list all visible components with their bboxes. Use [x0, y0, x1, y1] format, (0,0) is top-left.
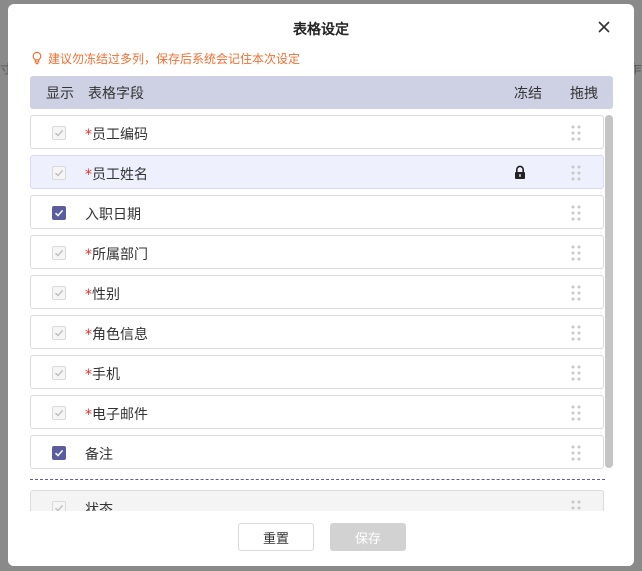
field-label-text: 性别 — [92, 287, 120, 303]
show-checkbox — [52, 286, 66, 300]
drag-handle-icon[interactable] — [571, 205, 581, 221]
field-row[interactable]: 入职日期 — [30, 195, 604, 229]
field-row[interactable]: 备注 — [30, 435, 604, 469]
show-checkbox — [52, 126, 66, 140]
field-label-text: 员工编码 — [92, 127, 148, 143]
field-row[interactable]: 状态 — [30, 490, 604, 511]
field-label: *员工编码 — [85, 124, 148, 144]
drag-handle-icon[interactable] — [571, 365, 581, 381]
dialog-title: 表格设定 — [293, 22, 349, 38]
field-label: *角色信息 — [85, 324, 148, 344]
drag-handle-icon[interactable] — [571, 405, 581, 421]
check-icon — [54, 209, 64, 217]
field-label: 入职日期 — [85, 204, 141, 224]
show-checkbox — [52, 246, 66, 260]
scrollbar-thumb[interactable] — [605, 115, 613, 468]
required-marker: * — [85, 367, 92, 383]
field-row[interactable]: *电子邮件 — [30, 395, 604, 429]
show-checkbox[interactable] — [52, 206, 66, 220]
dialog-header: 表格设定 — [8, 4, 634, 52]
field-list: *员工编码 *员工姓名 入职日期 *所属部门 *性别 *角色信息 *手机 *电子邮件 备注 状态 — [30, 115, 605, 511]
drag-handle-icon[interactable] — [571, 325, 581, 341]
field-row[interactable]: *手机 — [30, 355, 604, 389]
close-icon[interactable] — [594, 17, 614, 37]
header-freeze: 冻结 — [514, 85, 542, 102]
lightbulb-icon — [32, 51, 42, 65]
field-row[interactable]: *员工编码 — [30, 115, 604, 149]
show-checkbox — [52, 406, 66, 420]
save-button[interactable]: 保存 — [330, 523, 406, 551]
check-icon — [54, 409, 64, 417]
table-header: 显示 表格字段 冻结 拖拽 — [30, 76, 613, 109]
field-label-text: 手机 — [92, 367, 120, 383]
dialog-footer: 重置 保存 — [8, 511, 634, 566]
reset-button[interactable]: 重置 — [238, 523, 314, 551]
required-marker: * — [85, 287, 92, 303]
check-icon — [54, 369, 64, 377]
check-icon — [54, 129, 64, 137]
fixed-section-divider — [30, 479, 605, 480]
check-icon — [54, 449, 64, 457]
field-label: *性别 — [85, 284, 120, 304]
show-checkbox — [52, 366, 66, 380]
required-marker: * — [85, 127, 92, 143]
field-row[interactable]: *性别 — [30, 275, 604, 309]
required-marker: * — [85, 327, 92, 343]
show-checkbox — [52, 166, 66, 180]
field-label: 备注 — [85, 444, 113, 464]
notice-text: 建议勿冻结过多列，保存后系统会记住本次设定 — [48, 51, 301, 66]
notice-banner: 建议勿冻结过多列，保存后系统会记住本次设定 — [30, 49, 300, 67]
check-icon — [54, 289, 64, 297]
check-icon — [54, 249, 64, 257]
show-checkbox — [52, 326, 66, 340]
field-row[interactable]: *所属部门 — [30, 235, 604, 269]
show-checkbox — [52, 501, 66, 511]
field-label: *电子邮件 — [85, 404, 148, 424]
header-drag: 拖拽 — [570, 85, 598, 102]
field-label-text: 角色信息 — [92, 327, 148, 343]
lock-icon[interactable] — [513, 165, 527, 180]
drag-handle-icon[interactable] — [571, 245, 581, 261]
drag-handle-icon[interactable] — [571, 165, 581, 181]
field-label-text: 备注 — [85, 447, 113, 463]
field-label: *员工姓名 — [85, 164, 148, 184]
check-icon — [54, 329, 64, 337]
field-label-text: 所属部门 — [92, 247, 148, 263]
header-show: 显示 — [46, 85, 74, 102]
field-row[interactable]: *员工姓名 — [30, 155, 604, 189]
header-field: 表格字段 — [88, 85, 144, 102]
field-label: 状态 — [85, 499, 113, 511]
field-label-text: 入职日期 — [85, 207, 141, 223]
field-label-text: 员工姓名 — [92, 167, 148, 183]
field-label: *手机 — [85, 364, 120, 384]
drag-handle-icon[interactable] — [571, 500, 581, 511]
field-row[interactable]: *角色信息 — [30, 315, 604, 349]
drag-handle-icon[interactable] — [571, 125, 581, 141]
field-label-text: 电子邮件 — [92, 407, 148, 423]
table-settings-dialog: 表格设定 建议勿冻结过多列，保存后系统会记住本次设定 显示 表格字段 冻结 拖拽… — [8, 4, 634, 566]
field-label-text: 状态 — [85, 502, 113, 511]
check-icon — [54, 504, 64, 511]
drag-handle-icon[interactable] — [571, 445, 581, 461]
required-marker: * — [85, 407, 92, 423]
field-label: *所属部门 — [85, 244, 148, 264]
show-checkbox[interactable] — [52, 446, 66, 460]
required-marker: * — [85, 167, 92, 183]
required-marker: * — [85, 247, 92, 263]
drag-handle-icon[interactable] — [571, 285, 581, 301]
check-icon — [54, 169, 64, 177]
